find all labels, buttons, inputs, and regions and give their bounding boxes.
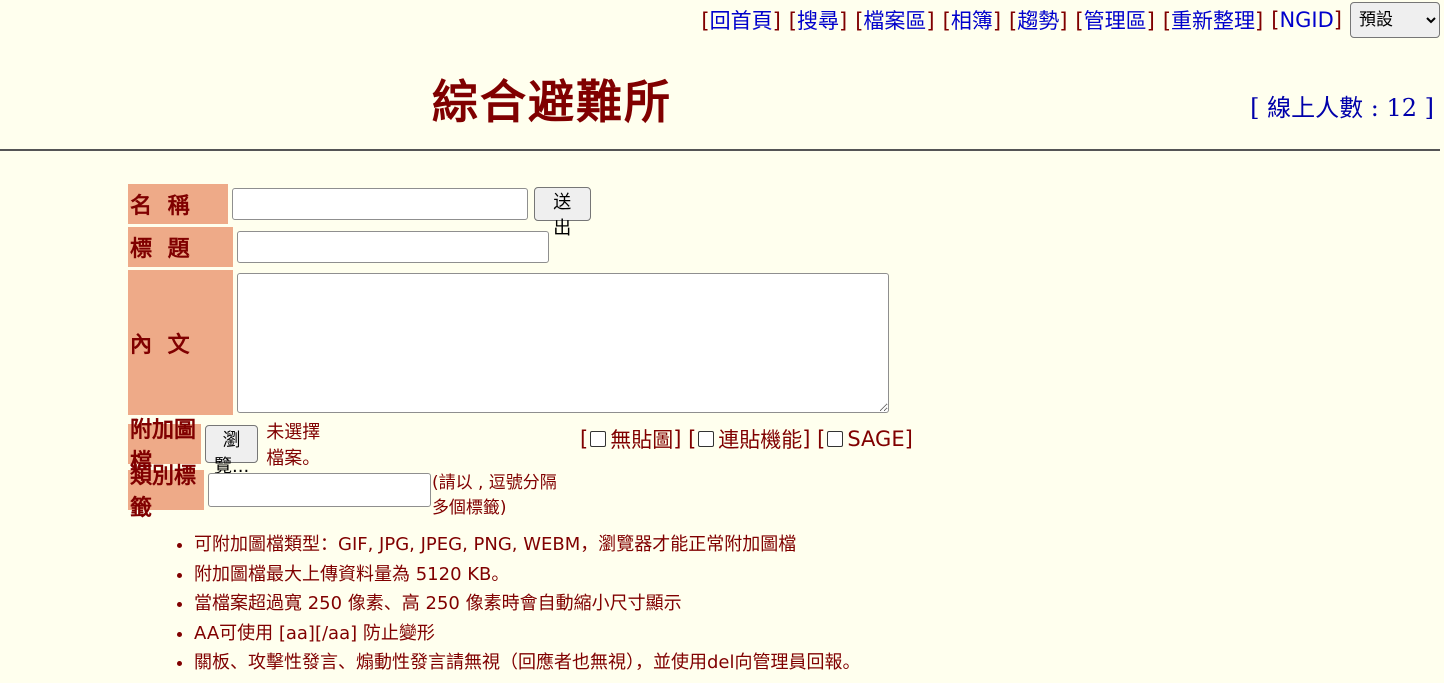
nav-refresh-link[interactable]: 重新整理: [1171, 9, 1255, 33]
sage-label: SAGE: [847, 427, 905, 451]
tags-input[interactable]: [207, 473, 431, 507]
nav-search[interactable]: [搜尋]: [789, 5, 847, 35]
nav-ngid-link[interactable]: NGID: [1279, 8, 1333, 32]
name-label: 名 稱: [128, 184, 228, 224]
submit-button[interactable]: 送 出: [533, 187, 591, 239]
nav-trend-link[interactable]: 趨勢: [1017, 9, 1059, 33]
top-navigation: [回首頁] [搜尋] [檔案區] [相簿] [趨勢] [管理區] [重新整理] …: [701, 0, 1440, 40]
posting-notes: 可附加圖檔類型：GIF, JPG, JPEG, PNG, WEBM，瀏覽器才能正…: [170, 530, 861, 678]
name-input[interactable]: [231, 188, 528, 220]
nav-admin-link[interactable]: 管理區: [1084, 9, 1147, 33]
continuous-post-label: 連貼機能: [718, 428, 803, 452]
nav-admin[interactable]: [管理區]: [1075, 5, 1154, 35]
content-textarea[interactable]: [237, 272, 889, 413]
name-row: 名 稱 送 出: [128, 184, 591, 239]
subject-row: 標 題: [128, 227, 549, 267]
nav-album-link[interactable]: 相簿: [951, 9, 993, 33]
nav-home-link[interactable]: 回首頁: [710, 9, 773, 33]
opt-bracket-close-2: ] [: [802, 427, 826, 451]
name-field-wrap: 送 出: [231, 187, 591, 239]
online-count: [ 線上人數 : 12 ]: [1250, 94, 1434, 122]
note-item: 可附加圖檔類型：GIF, JPG, JPEG, PNG, WEBM，瀏覽器才能正…: [194, 530, 861, 560]
sage-checkbox[interactable]: [827, 431, 844, 447]
note-item: 當檔案超過寬 250 像素、高 250 像素時會自動縮小尺寸顯示: [194, 589, 861, 619]
post-options: [ 無貼圖 ] [ 連貼機能 ] [ SAGE ]: [580, 424, 913, 454]
content-label: 內 文: [128, 270, 233, 415]
no-image-label: 無貼圖: [610, 428, 674, 452]
note-item: 關板、攻擊性發言、煽動性發言請無視（回應者也無視），並使用del向管理員回報。: [194, 648, 861, 678]
content-field-wrap: [237, 272, 889, 413]
opt-bracket-close-1: ] [: [673, 427, 697, 451]
opt-bracket-close-3: ]: [904, 427, 913, 451]
continuous-post-checkbox[interactable]: [698, 431, 715, 447]
tags-row: 類別標籤 (請以 , 逗號分隔多個標籤): [128, 462, 574, 521]
nav-refresh[interactable]: [重新整理]: [1163, 5, 1263, 35]
note-item: 附加圖檔最大上傳資料量為 5120 KB。: [194, 560, 861, 590]
nav-archive-link[interactable]: 檔案區: [863, 9, 926, 33]
subject-label: 標 題: [128, 227, 233, 267]
tags-hint: (請以 , 逗號分隔多個標籤): [431, 473, 557, 518]
nav-trend[interactable]: [趨勢]: [1009, 5, 1067, 35]
opt-bracket-open-1: [: [580, 427, 589, 451]
subject-input[interactable]: [237, 231, 549, 263]
nav-ngid[interactable]: [NGID]: [1271, 8, 1342, 32]
nav-archive[interactable]: [檔案區]: [855, 5, 934, 35]
browse-button[interactable]: 瀏覽...: [205, 425, 259, 477]
tags-field-wrap: (請以 , 逗號分隔多個標籤): [207, 462, 574, 518]
subject-field-wrap: [237, 231, 549, 263]
page-title: 綜合避難所: [432, 75, 672, 129]
nav-search-link[interactable]: 搜尋: [797, 9, 839, 33]
header-divider: [0, 149, 1440, 151]
nav-home[interactable]: [回首頁]: [701, 5, 780, 35]
no-image-checkbox[interactable]: [590, 431, 607, 447]
theme-select[interactable]: 預設: [1350, 2, 1440, 38]
tags-label: 類別標籤: [128, 464, 204, 521]
nav-album[interactable]: [相簿]: [943, 5, 1001, 35]
content-row: 內 文: [128, 270, 889, 415]
note-item: AA可使用 [aa][/aa] 防止變形: [194, 619, 861, 649]
